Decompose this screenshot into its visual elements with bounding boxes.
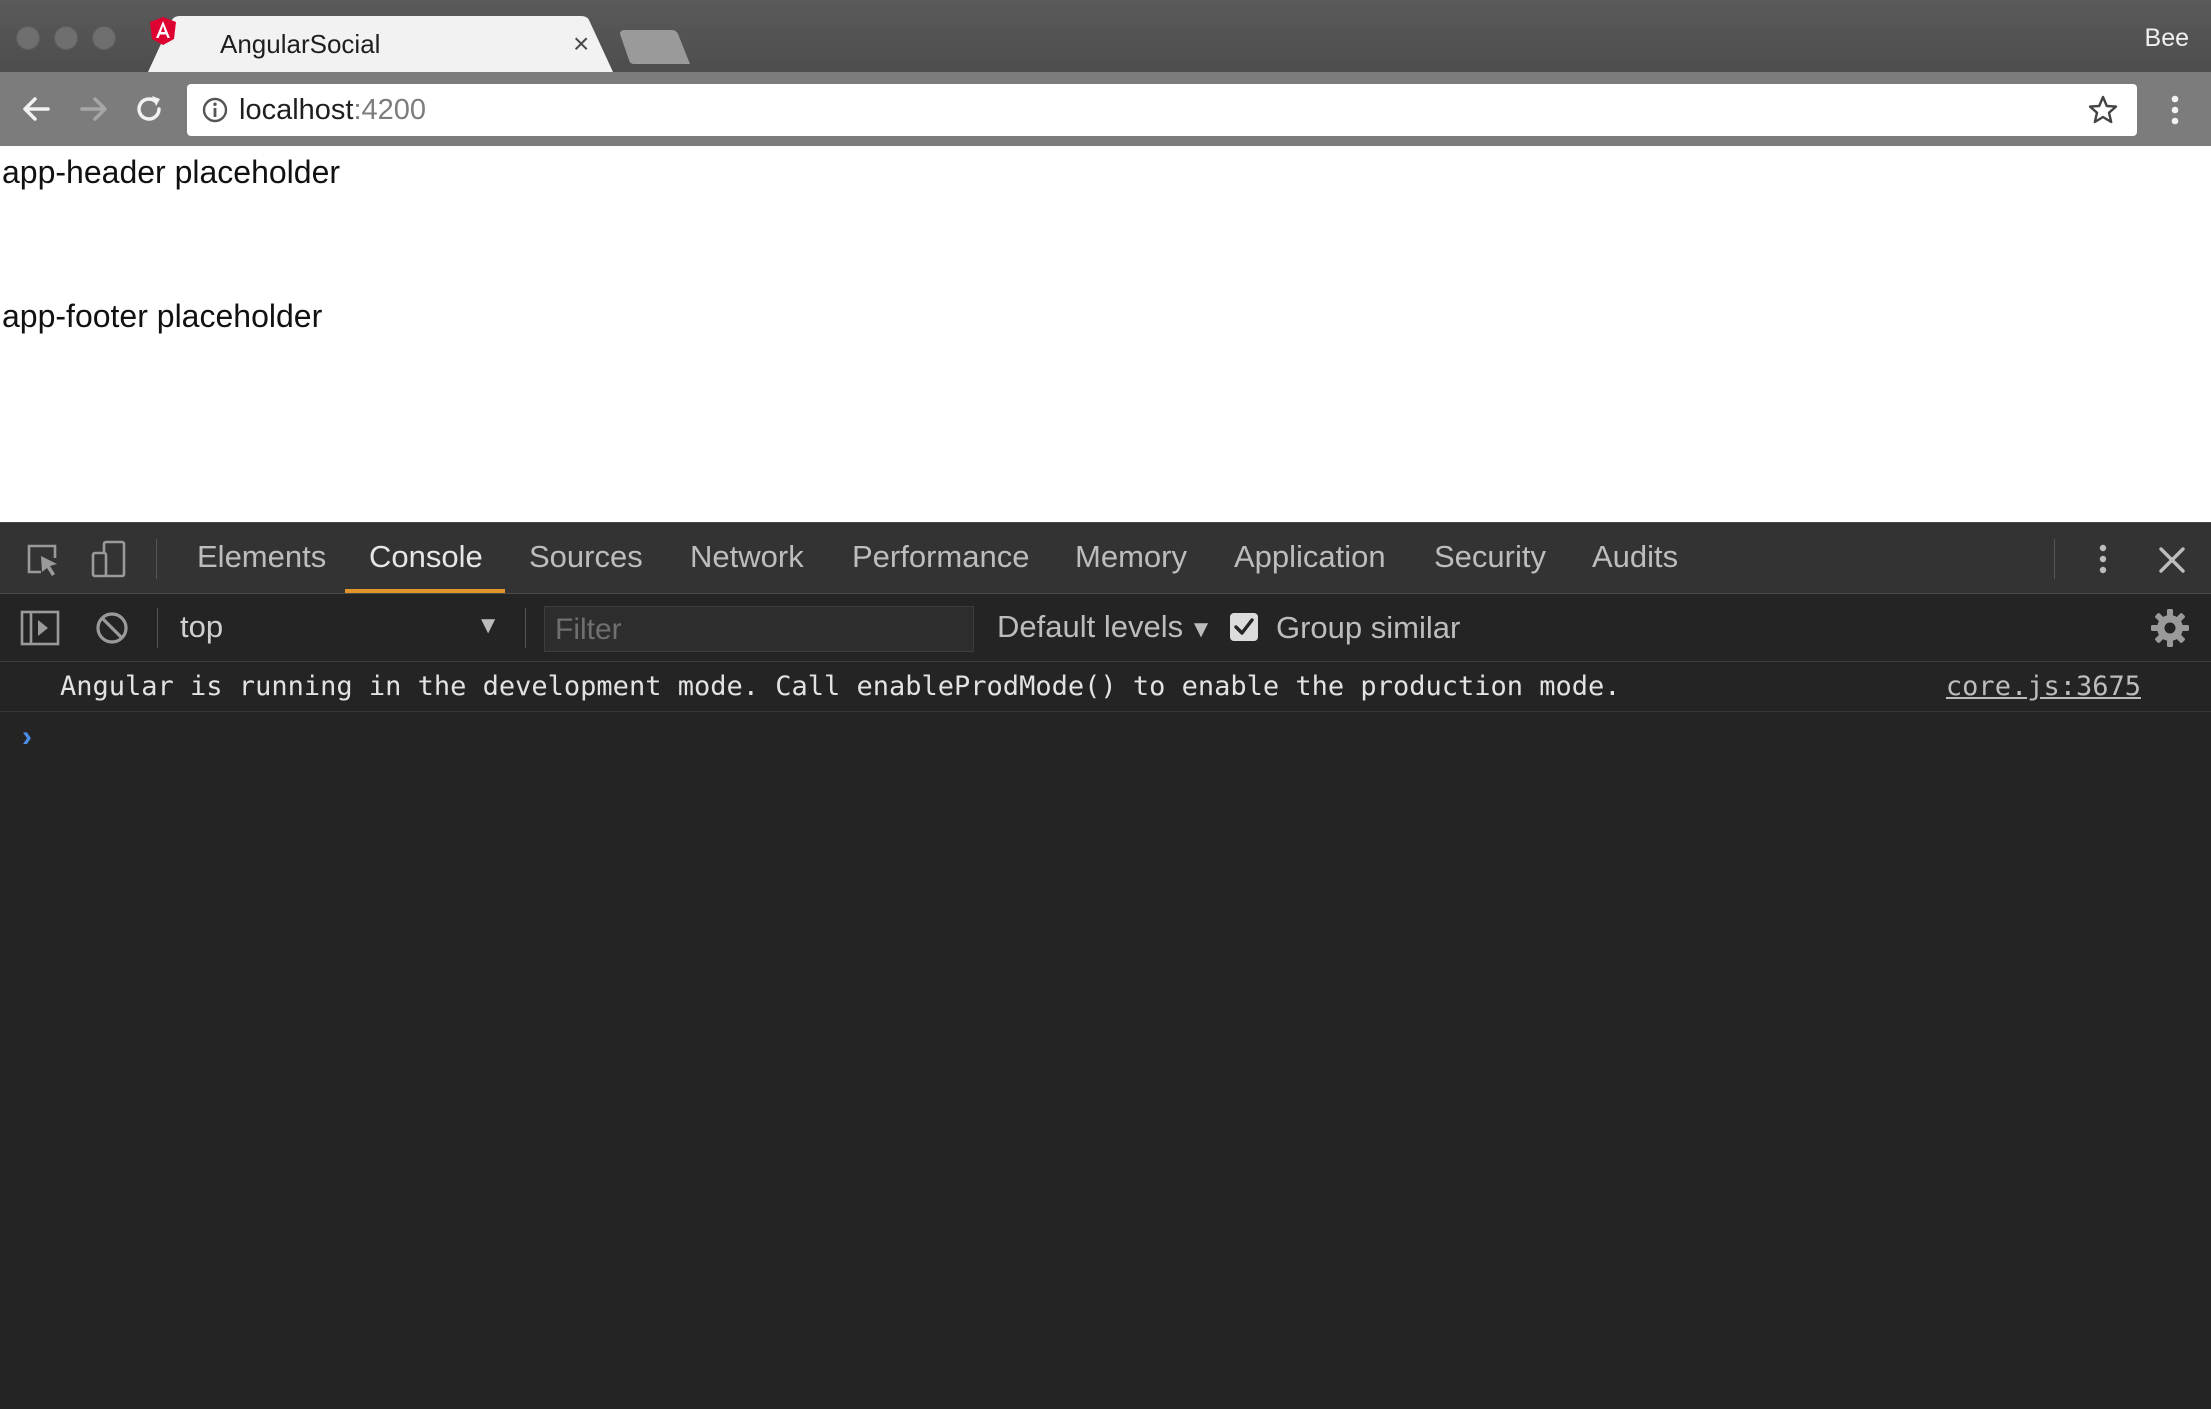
devtools-panel: Elements Console Sources Network Perform…: [0, 522, 2211, 1409]
address-url[interactable]: localhost:4200: [239, 92, 426, 128]
tab-sources[interactable]: Sources: [529, 537, 643, 577]
toolbar-divider: [157, 608, 158, 648]
new-tab-button[interactable]: [620, 30, 690, 64]
window-close-light[interactable]: [16, 26, 40, 50]
clear-console-icon[interactable]: [94, 610, 130, 646]
url-port: :4200: [353, 94, 427, 126]
execution-context-select[interactable]: top ▼: [180, 606, 510, 648]
page-viewport: app-header placeholder app-footer placeh…: [0, 146, 2211, 522]
browser-tab-active[interactable]: AngularSocial ×: [148, 16, 613, 72]
console-message-row: Angular is running in the development mo…: [0, 662, 2211, 712]
checkmark-icon: [1234, 618, 1254, 635]
star-icon[interactable]: [2087, 94, 2119, 126]
toolbar-divider: [525, 608, 526, 648]
prompt-chevron-icon: ›: [22, 720, 32, 753]
tab-network[interactable]: Network: [690, 537, 804, 577]
window-zoom-light[interactable]: [92, 26, 116, 50]
toolbar-divider: [156, 539, 157, 579]
back-arrow-icon[interactable]: [18, 90, 56, 128]
tab-security[interactable]: Security: [1434, 537, 1546, 577]
console-toolbar: top ▼ Filter Default levels ▼ Group simil…: [0, 594, 2211, 662]
filter-input[interactable]: Filter: [544, 606, 974, 652]
tab-title: AngularSocial: [220, 29, 381, 59]
device-toolbar-icon[interactable]: [90, 539, 130, 579]
info-icon[interactable]: [201, 96, 229, 124]
forward-arrow-icon[interactable]: [74, 90, 112, 128]
sidebar-toggle-icon[interactable]: [20, 610, 60, 646]
tab-console[interactable]: Console: [369, 537, 483, 577]
group-similar-checkbox[interactable]: [1230, 613, 1258, 641]
console-source-link[interactable]: core.js:3675: [1946, 668, 2141, 706]
tab-performance[interactable]: Performance: [852, 537, 1029, 577]
log-levels-dropdown[interactable]: Default levels ▼: [997, 606, 1213, 650]
devtools-close-icon[interactable]: [2153, 541, 2191, 579]
group-similar-label[interactable]: Group similar: [1276, 608, 1460, 648]
tab-audits[interactable]: Audits: [1592, 537, 1678, 577]
window-minimize-light[interactable]: [54, 26, 78, 50]
tab-application[interactable]: Application: [1234, 537, 1386, 577]
tab-close-icon[interactable]: ×: [573, 26, 589, 62]
dropdown-caret-icon: ▼: [476, 612, 500, 639]
more-vert-icon[interactable]: [2160, 90, 2190, 130]
tab-memory[interactable]: Memory: [1075, 537, 1187, 577]
profile-name[interactable]: Bee: [2145, 20, 2189, 56]
log-levels-label: Default levels: [997, 609, 1184, 644]
browser-tab-bar: AngularSocial × Bee: [0, 0, 2211, 72]
console-prompt[interactable]: ›: [0, 712, 2211, 762]
devtools-tab-bar: Elements Console Sources Network Perform…: [0, 522, 2211, 594]
gear-icon[interactable]: [2150, 608, 2190, 648]
angular-logo-icon: [150, 17, 176, 45]
browser-toolbar: localhost:4200: [0, 72, 2211, 146]
filter-placeholder: Filter: [555, 613, 622, 646]
tab-elements[interactable]: Elements: [197, 537, 326, 577]
devtools-more-icon[interactable]: [2088, 539, 2118, 579]
console-message-text: Angular is running in the development mo…: [60, 671, 1621, 702]
inspect-element-icon[interactable]: [24, 541, 62, 579]
reload-icon[interactable]: [130, 90, 168, 128]
url-host: localhost: [239, 94, 354, 126]
dropdown-caret-icon: ▼: [1189, 616, 1213, 643]
context-value: top: [180, 609, 224, 644]
app-footer-placeholder: app-footer placeholder: [2, 298, 323, 334]
app-header-placeholder: app-header placeholder: [2, 154, 341, 190]
active-tab-indicator: [345, 589, 505, 593]
toolbar-divider: [2054, 539, 2055, 579]
address-bar[interactable]: localhost:4200: [187, 84, 2137, 136]
